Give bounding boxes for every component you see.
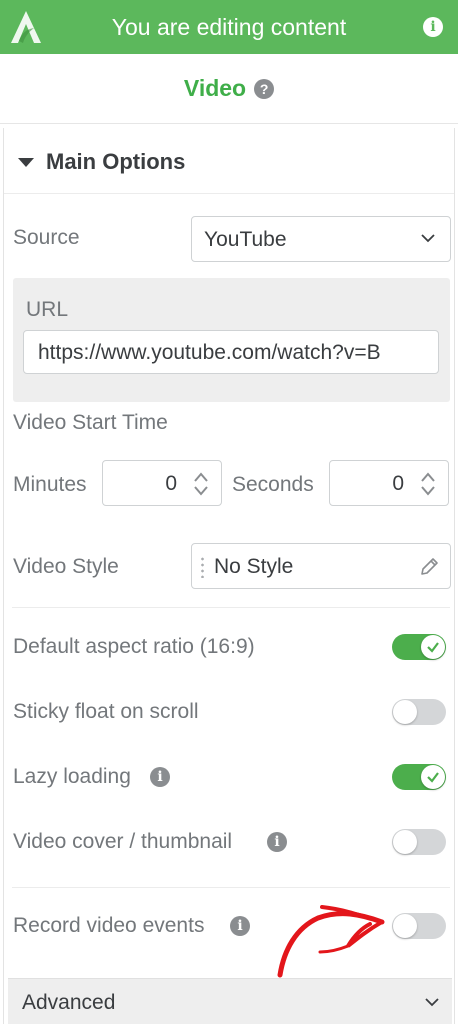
- toggle-knob: [393, 830, 417, 854]
- info-icon[interactable]: i: [230, 916, 250, 936]
- info-icon[interactable]: i: [267, 832, 287, 852]
- seconds-stepper[interactable]: 0: [329, 460, 449, 506]
- info-icon[interactable]: i: [150, 767, 170, 787]
- video-start-time-label: Video Start Time: [13, 411, 168, 434]
- advanced-label: Advanced: [22, 991, 116, 1014]
- spinner-arrows-icon[interactable]: [193, 471, 209, 497]
- lazy-loading-toggle[interactable]: [392, 764, 446, 790]
- pencil-icon[interactable]: [418, 556, 440, 578]
- url-input[interactable]: https://www.youtube.com/watch?v=B: [23, 330, 439, 374]
- toggle-knob: [421, 635, 445, 659]
- toggle-label-video-cover: Video cover / thumbnail: [13, 830, 233, 853]
- minutes-label: Minutes: [13, 473, 87, 496]
- editing-banner-title: You are editing content: [111, 14, 347, 40]
- toggle-label-record-events: Record video events: [13, 914, 205, 937]
- top-bar: You are editing content i: [0, 0, 458, 54]
- video-cover-toggle[interactable]: [392, 829, 446, 855]
- seconds-value: 0: [392, 472, 404, 495]
- toggle-label-lazy-loading: Lazy loading: [13, 765, 131, 788]
- minutes-stepper[interactable]: 0: [102, 460, 222, 506]
- toggle-knob: [421, 765, 445, 789]
- panel-heading: Video ?: [0, 54, 458, 124]
- toggle-knob: [393, 914, 417, 938]
- chevron-down-icon: [425, 998, 439, 1007]
- url-label: URL: [26, 298, 69, 321]
- section-title: Main Options: [46, 149, 186, 174]
- toggle-label-aspect-ratio: Default aspect ratio (16:9): [13, 635, 255, 658]
- url-field-group: URL https://www.youtube.com/watch?v=B: [13, 278, 450, 402]
- video-style-label: Video Style: [13, 555, 119, 578]
- divider: [12, 887, 450, 888]
- chevron-down-icon: [421, 234, 435, 243]
- sticky-float-toggle[interactable]: [392, 699, 446, 725]
- page-title: Video: [183, 75, 247, 101]
- source-value: YouTube: [204, 228, 287, 251]
- url-value: https://www.youtube.com/watch?v=B: [38, 341, 381, 364]
- aspect-ratio-toggle[interactable]: [392, 634, 446, 660]
- spinner-arrows-icon[interactable]: [420, 471, 436, 497]
- source-select[interactable]: YouTube: [191, 216, 451, 262]
- record-events-toggle[interactable]: [392, 913, 446, 939]
- toggle-label-sticky-float: Sticky float on scroll: [13, 700, 199, 723]
- info-icon[interactable]: i: [423, 17, 443, 37]
- toggle-knob: [393, 700, 417, 724]
- minutes-value: 0: [165, 472, 177, 495]
- seconds-label: Seconds: [232, 473, 314, 496]
- source-label: Source: [13, 226, 80, 249]
- advanced-section-header[interactable]: Advanced: [8, 978, 452, 1024]
- video-style-value: No Style: [214, 555, 294, 578]
- divider: [12, 607, 450, 608]
- video-style-field[interactable]: No Style: [191, 543, 451, 589]
- help-icon[interactable]: ?: [254, 78, 275, 99]
- settings-panel: Main Options Source YouTube URL https://…: [3, 128, 455, 1024]
- check-icon: [427, 772, 439, 783]
- caret-down-icon: [18, 158, 34, 167]
- main-options-header[interactable]: Main Options: [4, 128, 454, 194]
- check-icon: [427, 642, 439, 653]
- drag-handle-icon: [201, 556, 204, 578]
